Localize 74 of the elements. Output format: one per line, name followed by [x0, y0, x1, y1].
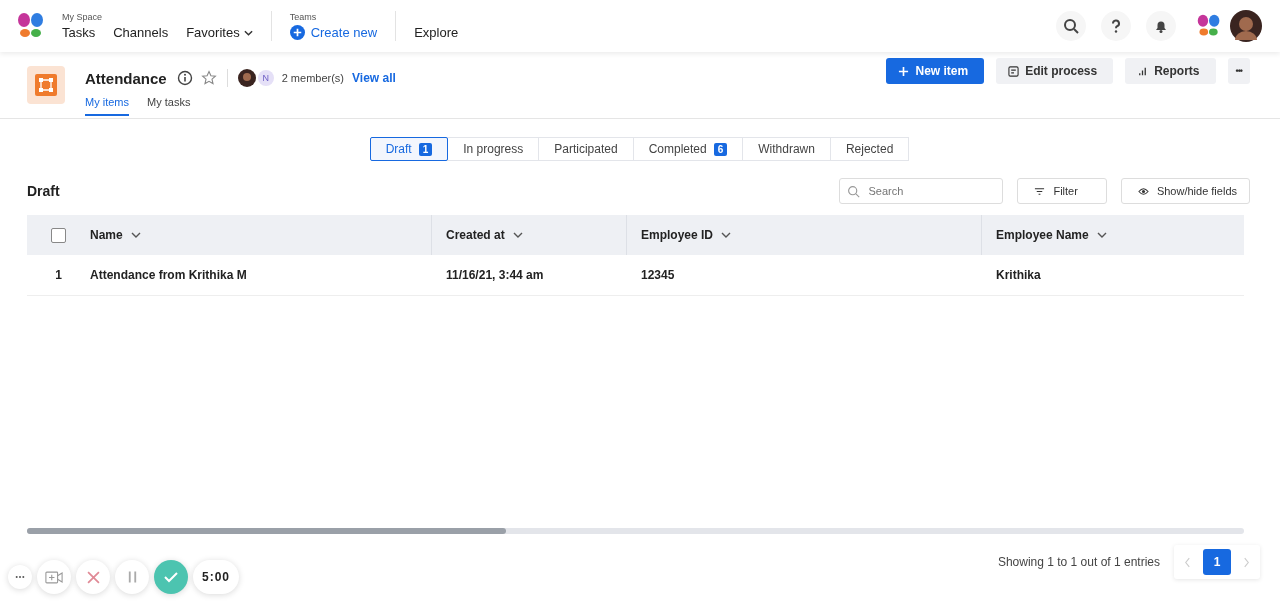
- page-title: Attendance: [85, 69, 167, 87]
- member-avatar: [237, 69, 256, 87]
- app-switcher-icon[interactable]: [1196, 13, 1222, 39]
- chevron-down-icon: [721, 232, 732, 238]
- status-tab[interactable]: Rejected: [829, 137, 910, 161]
- document-icon: [1008, 65, 1020, 77]
- nav-link[interactable]: Favorites: [186, 25, 253, 40]
- status-tab[interactable]: Draft 1: [369, 137, 449, 161]
- plus-circle-icon: [289, 25, 305, 40]
- status-tab[interactable]: Participated: [538, 137, 634, 161]
- column-header[interactable]: Employee Name: [981, 215, 1244, 255]
- chevron-down-icon: [130, 232, 141, 238]
- status-tab[interactable]: Completed 6: [632, 137, 744, 161]
- entries-summary: Showing 1 to 1 out of 1 entries: [997, 555, 1160, 569]
- filter-button[interactable]: Filter: [1017, 178, 1107, 204]
- status-tab[interactable]: In progress: [447, 137, 540, 161]
- show-hide-fields-button[interactable]: Show/hide fields: [1120, 178, 1250, 204]
- pause-icon: [126, 570, 138, 584]
- filter-icon: [1034, 185, 1046, 197]
- chevron-down-icon: [243, 29, 253, 36]
- nav-link[interactable]: Tasks: [62, 25, 96, 40]
- checkmark-icon: [164, 571, 178, 583]
- video-camera-icon: [45, 570, 63, 584]
- eye-icon: [1137, 185, 1149, 197]
- done-button[interactable]: [154, 560, 188, 594]
- table-cell: Attendance from Krithika M: [90, 268, 247, 282]
- column-header[interactable]: Name: [90, 215, 431, 255]
- close-button[interactable]: [76, 560, 110, 594]
- table-cell: 12345: [641, 268, 675, 282]
- row-number: 1: [55, 268, 62, 282]
- more-icon: [15, 575, 25, 579]
- app-icon: [27, 66, 65, 104]
- table-cell: Krithika: [996, 268, 1041, 282]
- chevron-down-icon: [1096, 232, 1107, 238]
- user-avatar[interactable]: [1230, 10, 1262, 42]
- chevron-down-icon: [512, 232, 523, 238]
- notifications-button[interactable]: [1146, 11, 1176, 41]
- info-icon[interactable]: [176, 70, 193, 86]
- bar-chart-icon: [1137, 65, 1149, 77]
- camera-button[interactable]: [37, 560, 71, 594]
- help-button[interactable]: [1101, 11, 1131, 41]
- nav-link[interactable]: Explore: [414, 25, 459, 40]
- action-button[interactable]: Reports: [1125, 58, 1216, 84]
- star-icon[interactable]: [200, 70, 217, 86]
- select-all-checkbox[interactable]: [51, 227, 66, 243]
- search-field[interactable]: Search: [839, 178, 1004, 204]
- search-icon: [847, 185, 861, 198]
- tab[interactable]: My items: [85, 94, 129, 116]
- nav-link[interactable]: Create new: [289, 25, 378, 40]
- search-button[interactable]: [1056, 11, 1086, 41]
- tab[interactable]: My tasks: [147, 94, 191, 116]
- pause-button[interactable]: [115, 560, 149, 594]
- plus-icon: [898, 65, 910, 77]
- column-header[interactable]: Created at: [431, 215, 626, 255]
- section-title: Draft: [27, 183, 60, 199]
- member-count: 2 member(s): [281, 72, 345, 84]
- action-button[interactable]: New item: [886, 58, 985, 84]
- nav-link[interactable]: Channels: [113, 25, 169, 40]
- column-header[interactable]: Employee ID: [626, 215, 981, 255]
- action-button[interactable]: Edit process: [996, 58, 1114, 84]
- view-all-link[interactable]: View all: [352, 71, 396, 85]
- nav-caption: Teams: [289, 12, 318, 23]
- count-badge: 6: [713, 142, 728, 156]
- recording-timer: 5:00: [193, 560, 240, 594]
- count-badge: 1: [418, 142, 433, 156]
- member-initial: N: [257, 70, 274, 86]
- table-cell: 11/16/21, 3:44 am: [446, 268, 544, 282]
- status-tab[interactable]: Withdrawn: [742, 137, 831, 161]
- page-button[interactable]: 1: [1203, 549, 1231, 575]
- action-button[interactable]: •••: [1227, 58, 1250, 84]
- nav-caption: My Space: [62, 12, 104, 23]
- close-icon: [86, 570, 100, 584]
- search-icon: [1063, 18, 1079, 34]
- scrollbar-thumb[interactable]: [27, 528, 506, 534]
